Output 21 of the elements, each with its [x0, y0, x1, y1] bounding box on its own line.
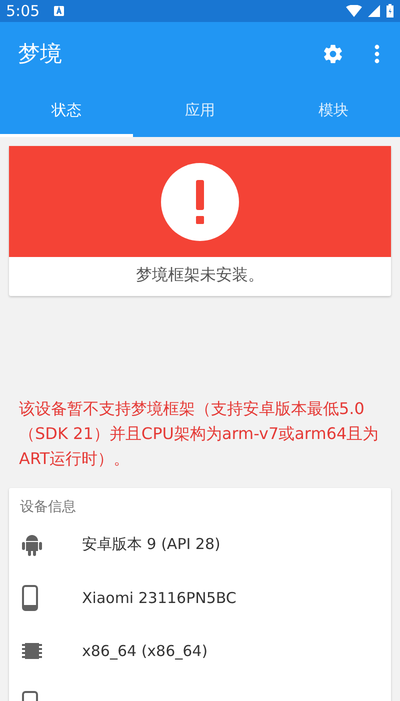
more-options-icon[interactable] — [374, 44, 380, 64]
chip-icon — [22, 640, 42, 660]
battery-icon — [386, 4, 394, 18]
signal-icon — [368, 5, 380, 17]
android-icon — [22, 534, 42, 556]
info-text: Xiaomi 23116PN5BC — [82, 588, 236, 606]
info-text: x86_64 (x86_64) — [82, 642, 208, 660]
phone-icon — [22, 584, 38, 610]
warning-icon — [161, 162, 239, 240]
tab[interactable]: 状态 — [0, 86, 134, 137]
info-text: 安卓版本 9 (API 28) — [82, 535, 220, 554]
tab[interactable]: 模块 — [266, 86, 400, 137]
status-message: 梦境框架未安装。 — [135, 264, 265, 286]
settings-icon[interactable] — [322, 43, 344, 65]
tab[interactable]: 应用 — [133, 86, 267, 137]
status-time: 5:05 — [6, 2, 40, 20]
app-title: 梦境 — [18, 41, 62, 69]
wifi-icon — [346, 5, 362, 17]
warning-text: 该设备暂不支持梦境框架（支持安卓版本最低5.0（SDK 21）并且CPU架构为arm-v7或arm64且为ART运行时）。 — [19, 398, 380, 470]
notification-icon — [54, 6, 64, 16]
section-heading: 设备信息 — [20, 498, 77, 516]
